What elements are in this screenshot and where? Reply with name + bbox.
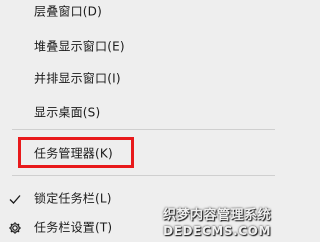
menu-item-label: 并排显示窗口(I) (34, 71, 121, 86)
taskbar-context-menu: 层叠窗口(D) 堆叠显示窗口(E) 并排显示窗口(I) 显示桌面(S) 任务管理… (0, 0, 275, 240)
gear-icon (8, 220, 22, 234)
menu-item-show-windows-stacked[interactable]: 堆叠显示窗口(E) (0, 31, 275, 61)
menu-item-cascade-windows[interactable]: 层叠窗口(D) (0, 0, 275, 26)
menu-item-taskbar-settings[interactable]: 任务栏设置(T) (0, 212, 275, 242)
menu-item-label: 堆叠显示窗口(E) (34, 39, 125, 54)
menu-separator (12, 129, 275, 130)
checkmark-icon (8, 191, 22, 205)
menu-item-label: 显示桌面(S) (34, 105, 101, 120)
menu-item-label: 层叠窗口(D) (34, 4, 103, 19)
menu-separator (12, 175, 275, 176)
menu-item-task-manager[interactable]: 任务管理器(K) (0, 138, 275, 168)
menu-item-label: 任务栏设置(T) (34, 220, 113, 235)
menu-item-label: 任务管理器(K) (34, 146, 113, 161)
menu-item-lock-taskbar[interactable]: 锁定任务栏(L) (0, 183, 275, 213)
menu-item-label: 锁定任务栏(L) (34, 191, 112, 206)
menu-item-show-desktop[interactable]: 显示桌面(S) (0, 97, 275, 127)
menu-item-show-windows-side-by-side[interactable]: 并排显示窗口(I) (0, 63, 275, 93)
